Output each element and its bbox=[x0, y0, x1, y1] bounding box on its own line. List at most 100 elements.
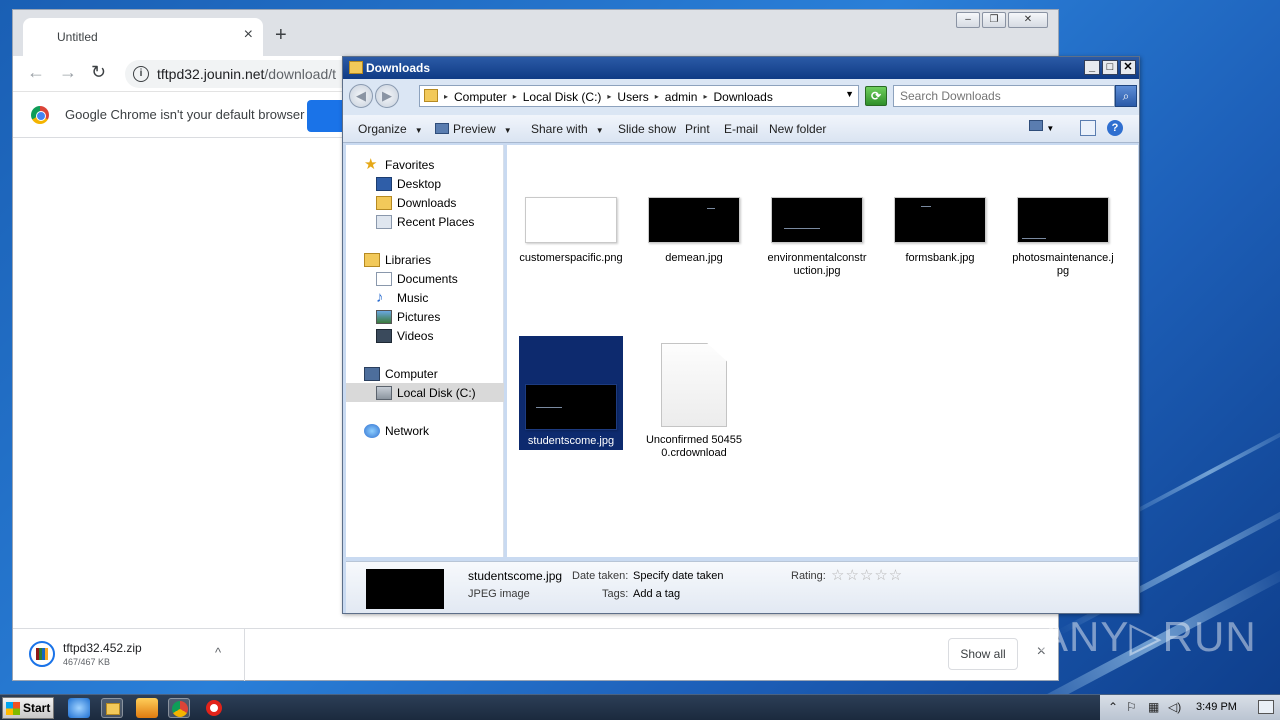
videos-icon bbox=[376, 328, 392, 343]
show-hidden-icons-icon[interactable]: ⌃ bbox=[1108, 700, 1118, 714]
chevron-right-icon[interactable]: ▸ bbox=[444, 90, 448, 104]
tab-close-icon[interactable]: × bbox=[244, 26, 253, 44]
chevron-right-icon[interactable]: ▸ bbox=[655, 90, 659, 104]
breadcrumb[interactable]: ▸ Computer ▸ Local Disk (C:) ▸ Users ▸ a… bbox=[419, 85, 859, 107]
internet-explorer-icon[interactable] bbox=[68, 698, 90, 718]
start-label: Start bbox=[23, 701, 51, 715]
slide-show-button[interactable]: Slide show bbox=[618, 122, 676, 136]
email-button[interactable]: E-mail bbox=[724, 122, 758, 136]
date-taken-value[interactable]: Specify date taken bbox=[633, 570, 724, 582]
file-item[interactable]: photosmaintenance.jpg bbox=[1011, 197, 1115, 278]
organize-label: Organize bbox=[358, 122, 407, 136]
nav-label: Favorites bbox=[385, 157, 435, 172]
site-info-icon[interactable]: i bbox=[133, 66, 149, 82]
nav-label: Downloads bbox=[397, 195, 457, 210]
infobar-message: Google Chrome isn't your default browser bbox=[65, 107, 305, 122]
taskbar-clock[interactable]: 3:49 PM bbox=[1196, 701, 1237, 713]
file-item[interactable]: customerspacific.png bbox=[519, 197, 623, 265]
share-with-menu[interactable]: Share with ▼ bbox=[531, 122, 604, 136]
close-button[interactable]: ✕ bbox=[1008, 12, 1048, 28]
chrome-taskbar-icon[interactable] bbox=[168, 698, 190, 718]
nav-item-videos[interactable]: Videos bbox=[376, 326, 433, 345]
help-icon[interactable]: ? bbox=[1107, 120, 1123, 136]
print-button[interactable]: Print bbox=[685, 122, 710, 136]
refresh-icon[interactable]: ⟳ bbox=[865, 86, 887, 106]
url-text: tftpd32.jounin.net/download/t bbox=[157, 66, 336, 82]
view-options-icon[interactable]: ▼ bbox=[1029, 120, 1054, 134]
chrome-logo-icon bbox=[31, 106, 49, 124]
minimize-button[interactable]: – bbox=[956, 12, 980, 28]
chevron-right-icon[interactable]: ▸ bbox=[703, 90, 707, 104]
close-button[interactable]: ✕ bbox=[1120, 60, 1136, 75]
preview-label: Preview bbox=[453, 122, 496, 136]
back-button[interactable]: ◀ bbox=[349, 84, 373, 108]
forward-arrow-icon[interactable]: → bbox=[59, 62, 77, 83]
nav-item-network[interactable]: Network bbox=[364, 421, 429, 440]
volume-icon[interactable]: ◁) bbox=[1168, 700, 1181, 714]
preview-pane-icon[interactable] bbox=[1080, 120, 1096, 136]
download-item[interactable]: tftpd32.452.zip 467/467 KB ^ bbox=[13, 629, 245, 681]
nav-label: Videos bbox=[397, 328, 434, 343]
file-item[interactable]: environmentalconstruction.jpg bbox=[765, 197, 869, 278]
search-input[interactable] bbox=[894, 86, 1114, 106]
nav-item-recent-places[interactable]: Recent Places bbox=[376, 212, 474, 231]
rating-label: Rating: bbox=[791, 570, 826, 582]
breadcrumb-local-disk[interactable]: Local Disk (C:) bbox=[523, 90, 602, 104]
nav-item-documents[interactable]: Documents bbox=[376, 269, 458, 288]
chevron-down-icon[interactable]: ▼ bbox=[845, 89, 854, 99]
nav-item-downloads[interactable]: Downloads bbox=[376, 193, 456, 212]
chevron-right-icon[interactable]: ▸ bbox=[607, 90, 611, 104]
nav-item-music[interactable]: ♪ Music bbox=[376, 288, 428, 307]
details-filename: studentscome.jpg bbox=[468, 569, 563, 583]
browser-tab[interactable]: Untitled × bbox=[23, 18, 263, 56]
file-item[interactable]: formsbank.jpg bbox=[888, 197, 992, 265]
chevron-right-icon[interactable]: ▸ bbox=[513, 90, 517, 104]
chevron-up-icon[interactable]: ^ bbox=[215, 645, 221, 660]
rating-stars-icon[interactable]: ☆☆☆☆☆ bbox=[831, 566, 903, 584]
set-default-button[interactable] bbox=[307, 100, 347, 132]
search-field[interactable] bbox=[893, 85, 1115, 107]
nav-item-favorites[interactable]: ★ Favorites bbox=[364, 155, 434, 174]
tags-value[interactable]: Add a tag bbox=[633, 588, 680, 600]
breadcrumb-computer[interactable]: Computer bbox=[454, 90, 507, 104]
image-thumbnail bbox=[771, 197, 863, 243]
start-button[interactable]: Start bbox=[2, 697, 54, 719]
file-item[interactable]: Unconfirmed 504550.crdownload bbox=[642, 343, 746, 460]
preview-menu[interactable]: Preview ▼ bbox=[435, 122, 512, 136]
new-tab-button[interactable]: + bbox=[275, 24, 287, 47]
url-path: /download/t bbox=[264, 66, 337, 82]
organize-menu[interactable]: Organize ▼ bbox=[358, 122, 423, 136]
nav-item-libraries[interactable]: Libraries bbox=[364, 250, 431, 269]
nav-label: Recent Places bbox=[397, 214, 475, 229]
image-thumbnail bbox=[648, 197, 740, 243]
breadcrumb-admin[interactable]: admin bbox=[665, 90, 698, 104]
breadcrumb-downloads[interactable]: Downloads bbox=[713, 90, 772, 104]
nav-item-pictures[interactable]: Pictures bbox=[376, 307, 440, 326]
new-folder-button[interactable]: New folder bbox=[769, 122, 826, 136]
file-explorer-taskbar-icon[interactable] bbox=[101, 698, 123, 718]
recent-places-icon bbox=[376, 214, 392, 229]
nav-item-desktop[interactable]: Desktop bbox=[376, 174, 441, 193]
network-tray-icon[interactable]: ▦ bbox=[1148, 700, 1159, 714]
minimize-button[interactable]: _ bbox=[1084, 60, 1100, 75]
action-center-icon[interactable]: ⚐ bbox=[1126, 700, 1137, 714]
local-disk-icon bbox=[376, 385, 392, 400]
file-item[interactable]: demean.jpg bbox=[642, 197, 746, 265]
explorer-title-bar[interactable]: Downloads _ □ ✕ bbox=[343, 57, 1139, 79]
breadcrumb-users[interactable]: Users bbox=[617, 90, 648, 104]
forward-button[interactable]: ▶ bbox=[375, 84, 399, 108]
show-desktop-button[interactable] bbox=[1258, 700, 1274, 714]
nav-label: Libraries bbox=[385, 252, 432, 267]
nav-item-computer[interactable]: Computer bbox=[364, 364, 438, 383]
address-toolbar: ◀ ▶ ▸ Computer ▸ Local Disk (C:) ▸ Users… bbox=[343, 79, 1139, 115]
media-player-icon[interactable] bbox=[136, 698, 158, 718]
nav-item-local-disk[interactable]: Local Disk (C:) bbox=[346, 383, 504, 402]
maximize-button[interactable]: □ bbox=[1102, 60, 1118, 75]
file-item-selected[interactable]: studentscome.jpg bbox=[519, 336, 623, 450]
search-icon[interactable]: ⌕ bbox=[1115, 85, 1137, 107]
reload-icon[interactable]: ↻ bbox=[91, 62, 106, 83]
restore-button[interactable]: ❐ bbox=[982, 12, 1006, 28]
opera-icon[interactable] bbox=[203, 698, 225, 718]
back-arrow-icon[interactable]: ← bbox=[27, 62, 45, 83]
show-all-button[interactable]: Show all bbox=[948, 638, 1018, 670]
